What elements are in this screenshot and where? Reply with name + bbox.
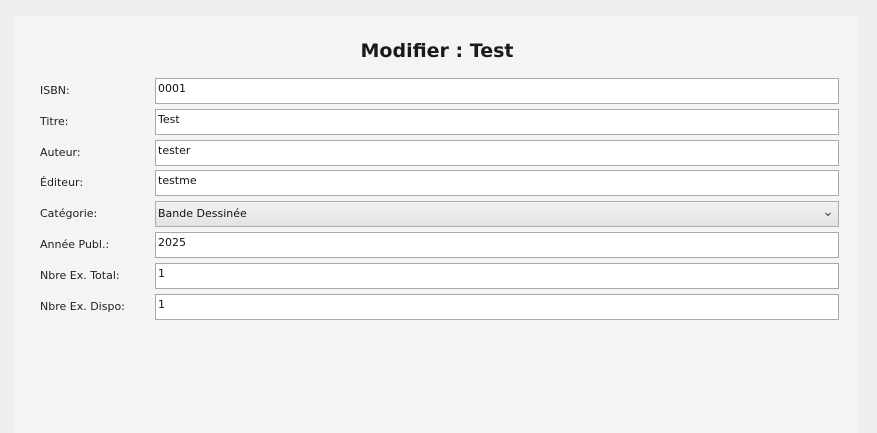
row-annee: Année Publ.: 2025 — [15, 232, 859, 258]
total-value: 1 — [158, 267, 165, 280]
auteur-input[interactable]: tester — [155, 140, 839, 166]
auteur-value: tester — [158, 144, 191, 157]
dispo-input[interactable]: 1 — [155, 294, 839, 320]
total-label: Nbre Ex. Total: — [40, 269, 120, 282]
row-categorie: Catégorie: Bande Dessinée — [15, 201, 859, 227]
row-isbn: ISBN: 0001 — [15, 78, 859, 104]
row-dispo: Nbre Ex. Dispo: 1 — [15, 294, 859, 320]
row-editeur: Éditeur: testme — [15, 170, 859, 196]
editeur-value: testme — [158, 174, 197, 187]
row-auteur: Auteur: tester — [15, 140, 859, 166]
annee-value: 2025 — [158, 236, 186, 249]
titre-input[interactable]: Test — [155, 109, 839, 135]
editeur-input[interactable]: testme — [155, 170, 839, 196]
chevron-down-icon — [825, 212, 831, 217]
categorie-select[interactable]: Bande Dessinée — [155, 201, 839, 227]
categorie-label: Catégorie: — [40, 207, 98, 220]
total-input[interactable]: 1 — [155, 263, 839, 289]
row-total: Nbre Ex. Total: 1 — [15, 263, 859, 289]
isbn-label: ISBN: — [40, 84, 70, 97]
annee-label: Année Publ.: — [40, 238, 110, 251]
edit-form-panel: Modifier : Test ISBN: 0001 Titre: Test A… — [15, 16, 859, 433]
dispo-label: Nbre Ex. Dispo: — [40, 300, 125, 313]
annee-input[interactable]: 2025 — [155, 232, 839, 258]
isbn-input[interactable]: 0001 — [155, 78, 839, 104]
row-titre: Titre: Test — [15, 109, 859, 135]
editeur-label: Éditeur: — [40, 176, 84, 189]
titre-value: Test — [158, 113, 180, 126]
categorie-value: Bande Dessinée — [158, 207, 247, 220]
isbn-value: 0001 — [158, 82, 186, 95]
page-title: Modifier : Test — [360, 40, 514, 62]
auteur-label: Auteur: — [40, 146, 81, 159]
titre-label: Titre: — [40, 115, 69, 128]
dispo-value: 1 — [158, 298, 165, 311]
